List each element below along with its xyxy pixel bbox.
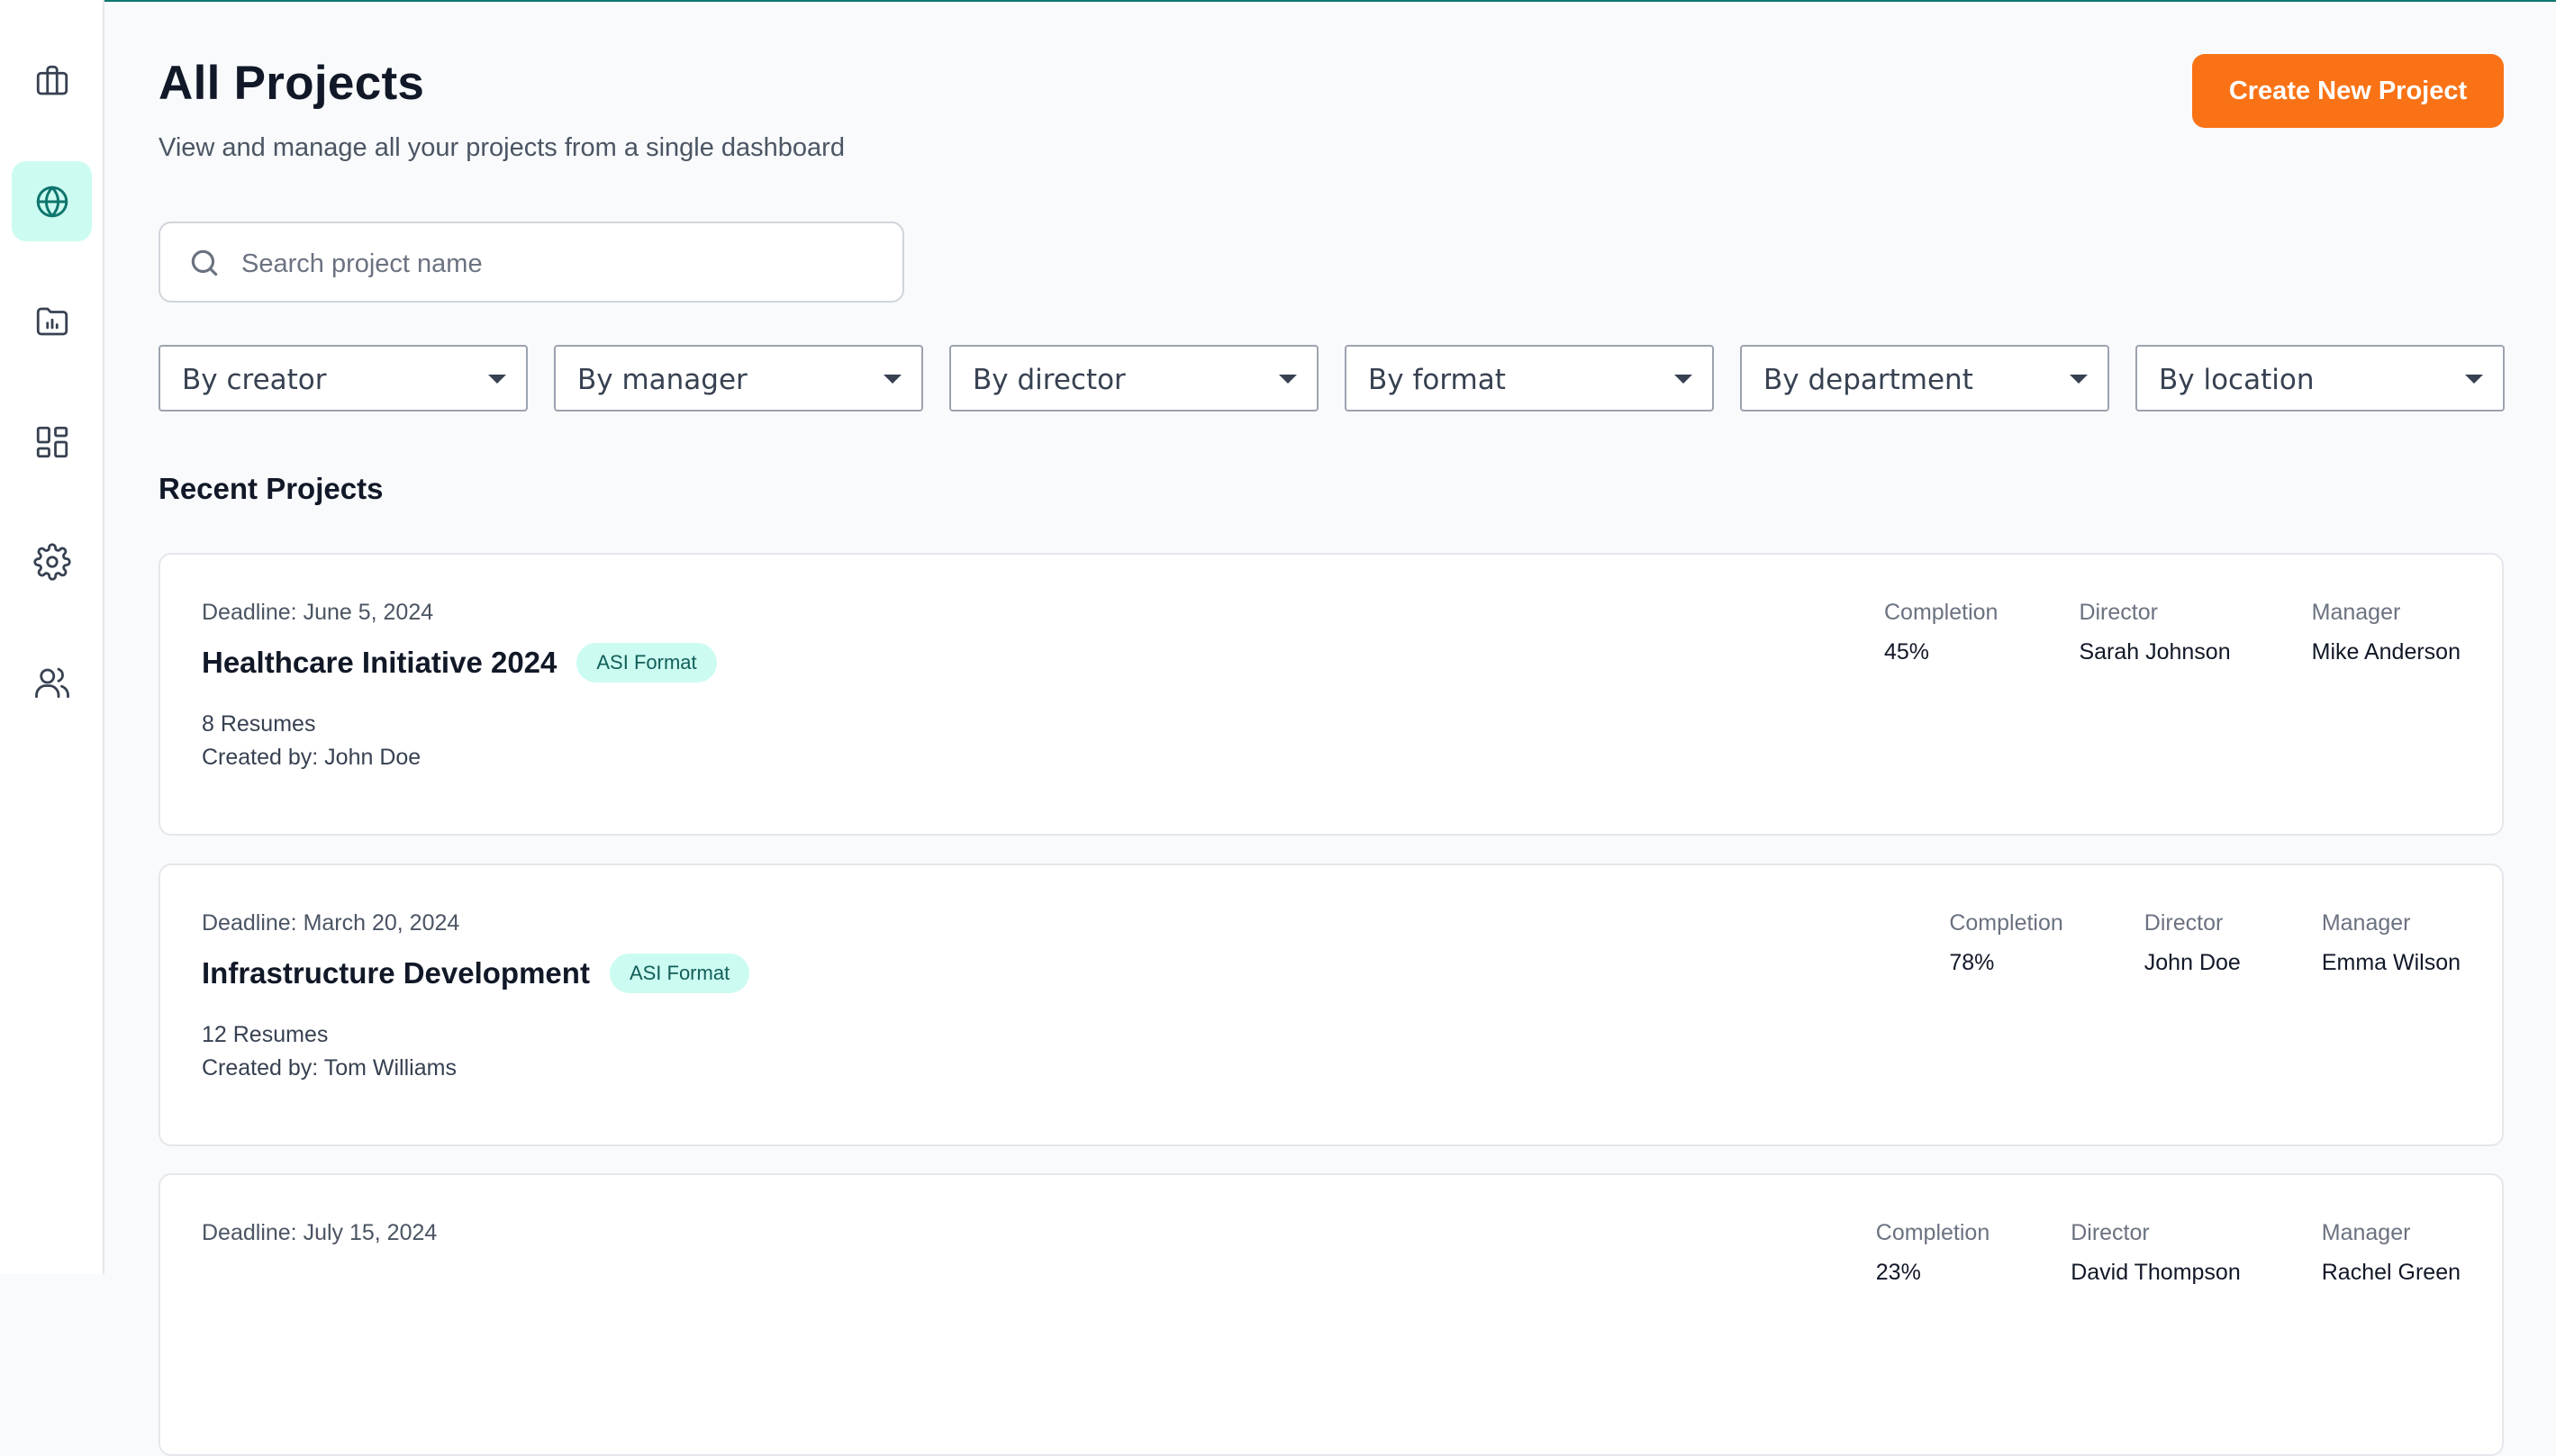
director-label: Director (2071, 1220, 2150, 1245)
project-deadline: Deadline: June 5, 2024 (202, 600, 434, 625)
manager-value: Mike Anderson (2311, 639, 2461, 665)
filter-manager[interactable]: By manager (554, 345, 923, 411)
manager-column: Manager Emma Wilson (2322, 910, 2461, 976)
create-new-project-button[interactable]: Create New Project (2192, 54, 2504, 128)
caret-down-icon (1674, 375, 1692, 384)
filter-location-label: By location (2159, 364, 2315, 396)
project-creator: Created by: John Doe (202, 745, 421, 770)
manager-column: Manager Rachel Green (2322, 1220, 2461, 1286)
director-column: Director Sarah Johnson (2079, 600, 2230, 665)
manager-label: Manager (2321, 910, 2411, 936)
project-deadline: Deadline: March 20, 2024 (202, 910, 460, 936)
director-column: Director David Thompson (2071, 1220, 2241, 1286)
completion-value: 78% (1949, 950, 1995, 975)
search-icon (191, 249, 218, 276)
filter-director[interactable]: By director (949, 345, 1319, 411)
project-card[interactable]: Deadline: March 20, 2024 Infrastructure … (159, 864, 2504, 1146)
sidebar (0, 0, 104, 1274)
page-title: All Projects (159, 57, 425, 110)
completion-label: Completion (1875, 1220, 1990, 1245)
project-creator: Created by: Tom Williams (202, 1055, 457, 1081)
manager-value: Emma Wilson (2321, 950, 2461, 975)
completion-column: Completion 23% (1876, 1220, 1990, 1286)
filter-department[interactable]: By department (1740, 345, 2109, 411)
completion-label: Completion (1883, 600, 1999, 625)
project-meta: Completion 23% Director David Thompson M… (1876, 1220, 2461, 1286)
search-input[interactable] (240, 240, 883, 288)
dashboard-grid-icon (36, 426, 68, 457)
project-title-row: Infrastructure Development ASI Format (202, 954, 750, 993)
page-subtitle: View and manage all your projects from a… (159, 133, 845, 162)
sidebar-item-users[interactable] (12, 642, 92, 722)
filter-creator-label: By creator (182, 364, 327, 396)
manager-label: Manager (2311, 600, 2401, 625)
sidebar-item-settings[interactable] (12, 521, 92, 601)
completion-value: 23% (1875, 1260, 1921, 1285)
project-meta: Completion 45% Director Sarah Johnson Ma… (1884, 600, 2461, 665)
director-column: Director John Doe (2144, 910, 2241, 976)
project-meta: Completion 78% Director John Doe Manager… (1949, 910, 2461, 976)
caret-down-icon (2070, 375, 2088, 384)
project-card[interactable]: Deadline: July 15, 2024 Completion 23% D… (159, 1173, 2504, 1456)
project-card[interactable]: Deadline: June 5, 2024 Healthcare Initia… (159, 553, 2504, 836)
manager-label: Manager (2321, 1220, 2411, 1245)
sidebar-item-global[interactable] (12, 161, 92, 241)
filter-format[interactable]: By format (1345, 345, 1714, 411)
completion-label: Completion (1949, 910, 2063, 936)
filter-format-label: By format (1368, 364, 1506, 396)
director-label: Director (2079, 600, 2158, 625)
director-value: Sarah Johnson (2079, 639, 2231, 665)
format-badge: ASI Format (609, 954, 750, 993)
filter-director-label: By director (973, 364, 1126, 396)
main-content: All Projects View and manage all your pr… (159, 0, 2505, 1456)
manager-value: Rachel Green (2321, 1260, 2461, 1285)
project-name[interactable]: Infrastructure Development (202, 956, 590, 990)
manager-column: Manager Mike Anderson (2312, 600, 2461, 665)
project-name[interactable]: Healthcare Initiative 2024 (202, 646, 557, 680)
section-title-recent-projects: Recent Projects (159, 472, 384, 505)
caret-down-icon (2465, 375, 2483, 384)
project-title-row: Healthcare Initiative 2024 ASI Format (202, 643, 717, 683)
project-title-row (202, 1263, 261, 1280)
settings-gear-icon (32, 542, 71, 581)
folder-chart-icon (36, 307, 68, 335)
project-resumes: 12 Resumes (202, 1022, 329, 1047)
completion-value: 45% (1883, 639, 1930, 665)
completion-column: Completion 78% (1949, 910, 2062, 976)
caret-down-icon (884, 375, 902, 384)
filter-manager-label: By manager (577, 364, 748, 396)
director-label: Director (2144, 910, 2224, 936)
filter-creator[interactable]: By creator (159, 345, 528, 411)
users-icon (34, 667, 69, 698)
director-value: John Doe (2144, 950, 2241, 975)
search-box (159, 222, 904, 303)
filter-department-label: By department (1763, 364, 1973, 396)
sidebar-item-projects[interactable] (12, 41, 92, 121)
project-deadline: Deadline: July 15, 2024 (202, 1220, 438, 1245)
sidebar-item-folders[interactable] (12, 281, 92, 361)
project-resumes: 8 Resumes (202, 711, 316, 737)
sidebar-item-dashboard[interactable] (12, 402, 92, 482)
globe-icon (36, 185, 68, 217)
briefcase-icon (36, 65, 68, 95)
format-badge: ASI Format (576, 643, 717, 683)
caret-down-icon (1279, 375, 1297, 384)
director-value: David Thompson (2071, 1260, 2241, 1285)
caret-down-icon (488, 375, 506, 384)
filter-location[interactable]: By location (2135, 345, 2505, 411)
completion-column: Completion 45% (1884, 600, 1998, 665)
